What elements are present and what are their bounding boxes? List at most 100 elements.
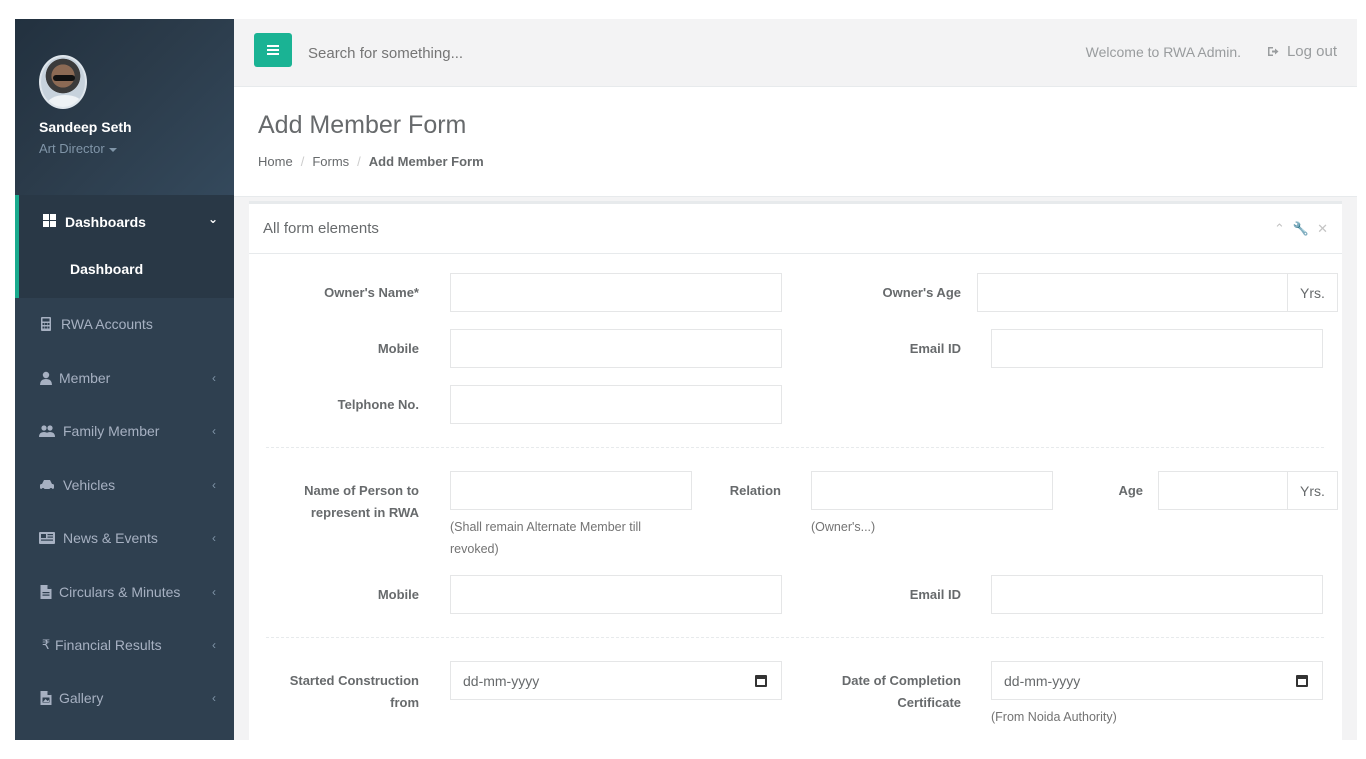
chevron-left-icon: ‹	[212, 371, 216, 385]
mobile-label: Mobile	[377, 341, 419, 356]
avatar-glasses	[53, 75, 75, 81]
profile-header: Sandeep Seth Art Director	[15, 19, 234, 195]
sidebar-item-label: Financial Results	[55, 637, 162, 653]
construction-label-line-1: Started Construction	[289, 673, 419, 688]
sidebar-subitem-dashboard[interactable]: Dashboard	[70, 261, 143, 277]
sidebar-item-vehicles[interactable]: Vehicles ‹	[15, 459, 234, 511]
section-divider	[266, 637, 1324, 638]
representative-help-line-2: revoked)	[450, 542, 499, 556]
completion-label-line-2: Certificate	[897, 695, 961, 710]
users-icon	[39, 425, 55, 437]
representative-age-input[interactable]	[1158, 471, 1288, 510]
completion-label: Date of Completion Certificate	[799, 670, 961, 714]
sidebar-item-gallery[interactable]: Gallery ‹	[15, 672, 234, 724]
newspaper-icon	[39, 532, 55, 544]
representative-label-line-1: Name of Person to	[304, 483, 419, 498]
menu-toggle-button[interactable]	[254, 33, 292, 67]
representative-label-line-2: represent in RWA	[310, 505, 419, 520]
profile-name: Sandeep Seth	[39, 119, 132, 135]
wrench-icon[interactable]: 🔧	[1293, 221, 1309, 237]
car-icon	[40, 480, 54, 491]
owner-age-input[interactable]	[977, 273, 1288, 312]
sidebar: Sandeep Seth Art Director Dashboards ⌄ D…	[15, 19, 234, 740]
sidebar-item-dashboards[interactable]: Dashboards ⌄	[19, 195, 234, 247]
email-label: Email ID	[909, 341, 961, 356]
sidebar-item-member[interactable]: Member ‹	[15, 352, 234, 404]
sidebar-item-label: Gallery	[59, 690, 104, 706]
file-icon	[40, 585, 52, 599]
caret-down-icon	[108, 147, 117, 152]
chevron-down-icon: ⌄	[207, 212, 218, 226]
welcome-message: Welcome to RWA Admin.	[1085, 44, 1241, 60]
avatar[interactable]	[39, 55, 87, 109]
hamburger-icon	[267, 45, 279, 55]
completion-date-input[interactable]: dd-mm-yyyy	[991, 661, 1323, 700]
rep-mobile-label: Mobile	[377, 587, 419, 602]
sidebar-item-financial-results[interactable]: ₹ Financial Results ‹	[15, 619, 234, 671]
page-heading: Add Member Form Home / Forms / Add Membe…	[234, 87, 1357, 197]
representative-help-text: (Shall remain Alternate Member till revo…	[450, 516, 710, 560]
logout-label: Log out	[1286, 43, 1337, 60]
calendar-icon[interactable]	[755, 675, 767, 687]
owner-name-label: Owner's Name*	[324, 285, 419, 300]
logout-link[interactable]: Log out	[1267, 43, 1337, 60]
collapse-icon[interactable]: ⌃	[1274, 221, 1285, 237]
construction-date-placeholder: dd-mm-yyyy	[463, 672, 540, 689]
sidebar-item-label: News & Events	[63, 530, 158, 546]
panel-title: All form elements	[263, 220, 379, 237]
app-window: Sandeep Seth Art Director Dashboards ⌄ D…	[15, 19, 1357, 740]
breadcrumb-current: Add Member Form	[368, 154, 484, 169]
rep-email-input[interactable]	[991, 575, 1323, 614]
sidebar-item-label: Vehicles	[63, 477, 116, 493]
relation-help-text: (Owner's...)	[811, 520, 876, 534]
image-file-icon	[40, 691, 52, 705]
representative-help-line-1: (Shall remain Alternate Member till	[450, 520, 642, 534]
relation-input[interactable]	[811, 471, 1053, 510]
email-input[interactable]	[991, 329, 1323, 368]
sidebar-item-circulars-minutes[interactable]: Circulars & Minutes ‹	[15, 566, 234, 618]
sidebar-item-rwa-accounts[interactable]: RWA Accounts	[15, 298, 234, 350]
breadcrumb-forms[interactable]: Forms	[312, 154, 349, 169]
chevron-left-icon: ‹	[212, 638, 216, 652]
age-label: Age	[1118, 483, 1143, 498]
completion-label-line-1: Date of Completion	[841, 673, 961, 688]
representative-age-years-addon: Yrs.	[1288, 471, 1338, 510]
construction-label: Started Construction from	[266, 670, 419, 714]
section-divider	[266, 447, 1324, 448]
rep-email-label: Email ID	[909, 587, 961, 602]
owner-age-label: Owner's Age	[882, 285, 961, 300]
telephone-input[interactable]	[450, 385, 782, 424]
sidebar-item-label: Family Member	[63, 423, 160, 439]
breadcrumb-separator: /	[300, 154, 305, 169]
construction-date-input[interactable]: dd-mm-yyyy	[450, 661, 782, 700]
telephone-label: Telphone No.	[337, 397, 419, 412]
sidebar-item-label: RWA Accounts	[61, 316, 153, 332]
profile-role-label: Art Director	[39, 141, 105, 156]
panel-header: All form elements ⌃ 🔧 ✕	[249, 204, 1342, 254]
representative-label: Name of Person to represent in RWA	[266, 480, 419, 524]
profile-role-dropdown[interactable]: Art Director	[39, 141, 117, 156]
construction-label-line-2: from	[390, 695, 419, 710]
sidebar-item-family-member[interactable]: Family Member ‹	[15, 405, 234, 457]
sidebar-item-news-events[interactable]: News & Events ‹	[15, 512, 234, 564]
sidebar-item-label: Dashboards	[65, 214, 146, 230]
rupee-icon: ₹	[41, 637, 51, 652]
chevron-left-icon: ‹	[212, 531, 216, 545]
page-title: Add Member Form	[258, 111, 467, 139]
sidebar-item-label: Circulars & Minutes	[59, 584, 181, 600]
panel-tools: ⌃ 🔧 ✕	[1274, 221, 1328, 237]
calendar-icon[interactable]	[1296, 675, 1308, 687]
mobile-input[interactable]	[450, 329, 782, 368]
sign-out-icon	[1267, 47, 1279, 56]
owner-age-years-addon: Yrs.	[1288, 273, 1338, 312]
chevron-left-icon: ‹	[212, 424, 216, 438]
representative-name-input[interactable]	[450, 471, 692, 510]
close-icon[interactable]: ✕	[1317, 221, 1328, 237]
chevron-left-icon: ‹	[212, 585, 216, 599]
search-input[interactable]	[308, 43, 708, 63]
owner-name-input[interactable]	[450, 273, 782, 312]
chevron-left-icon: ‹	[212, 691, 216, 705]
breadcrumb-home[interactable]: Home	[258, 154, 293, 169]
sidebar-item-label: Member	[59, 370, 111, 386]
rep-mobile-input[interactable]	[450, 575, 782, 614]
